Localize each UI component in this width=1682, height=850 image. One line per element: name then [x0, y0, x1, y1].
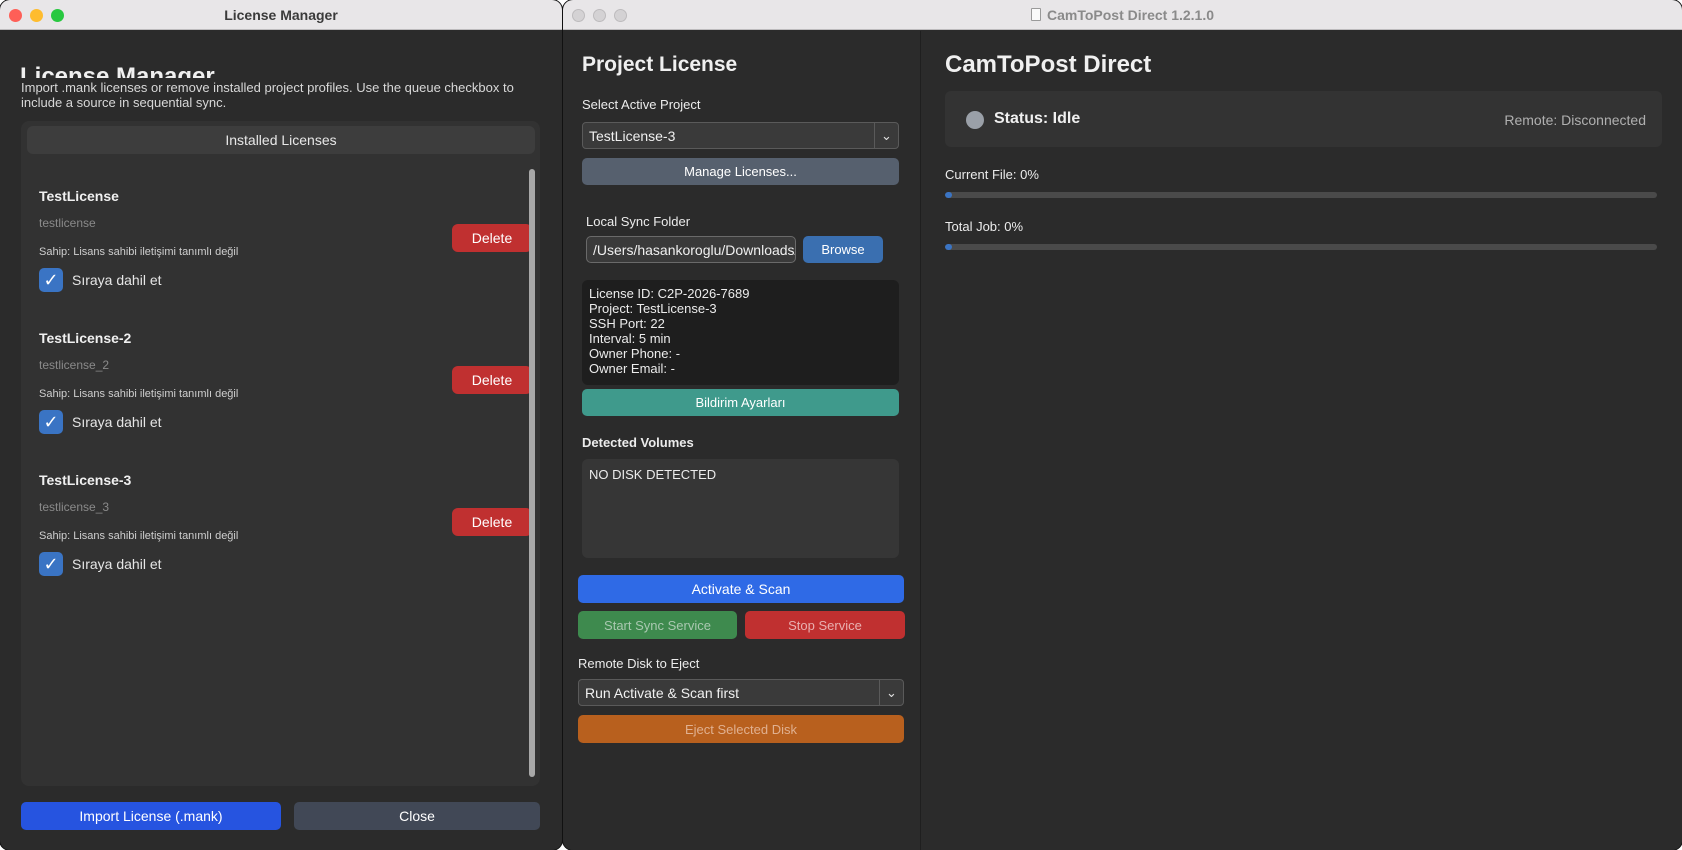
remote-status: Remote: Disconnected [1504, 112, 1646, 128]
app-heading: CamToPost Direct [945, 51, 1152, 78]
window-controls [572, 9, 627, 22]
eject-disk-select[interactable]: Run Activate & Scan first ⌄ [578, 679, 904, 706]
checkmark-icon[interactable]: ✓ [39, 410, 63, 434]
close-window-icon[interactable] [9, 9, 22, 22]
total-job-progress [945, 244, 1657, 250]
project-panel: Project License Select Active Project Te… [563, 31, 921, 850]
owner-phone-text: Owner Phone: - [589, 346, 681, 361]
notification-settings-button[interactable]: Bildirim Ayarları [582, 389, 899, 416]
volumes-box: NO DISK DETECTED [582, 459, 899, 558]
license-list: TestLicense testlicense Sahip: Lisans sa… [21, 160, 532, 780]
checkmark-icon[interactable]: ✓ [39, 268, 63, 292]
project-heading: Project License [582, 53, 738, 76]
list-item: TestLicense-2 testlicense_2 Sahip: Lisan… [39, 330, 532, 460]
status-indicator-icon [966, 111, 984, 129]
license-manager-window: License Manager License Manager Import .… [0, 0, 562, 850]
window-title: CamToPost Direct 1.2.1.0 [1046, 6, 1215, 23]
license-key: testlicense_2 [39, 358, 110, 372]
status-panel: CamToPost Direct Status: Idle Remote: Di… [922, 31, 1682, 850]
license-key: testlicense [39, 216, 96, 230]
license-name: TestLicense [39, 188, 119, 204]
sync-folder-label: Local Sync Folder [586, 214, 691, 229]
license-key: testlicense_3 [39, 500, 110, 514]
total-job-label: Total Job: 0% [945, 219, 1024, 234]
page-title: License Manager [20, 63, 215, 78]
queue-checkbox[interactable]: ✓ Sıraya dahil et [39, 410, 162, 434]
interval-text: Interval: 5 min [589, 331, 671, 346]
current-file-progress-fill [945, 192, 952, 198]
volumes-value: NO DISK DETECTED [589, 467, 717, 482]
volumes-label: Detected Volumes [582, 435, 694, 450]
minimize-window-icon[interactable] [30, 9, 43, 22]
eject-select-value: Run Activate & Scan first [585, 684, 740, 701]
stop-service-button[interactable]: Stop Service [745, 611, 905, 639]
queue-label: Sıraya dahil et [72, 556, 162, 572]
main-titlebar: CamToPost Direct 1.2.1.0 [563, 0, 1682, 30]
window-controls [9, 9, 64, 22]
total-job-progress-fill [945, 244, 952, 250]
document-icon [1030, 8, 1041, 21]
start-sync-button[interactable]: Start Sync Service [578, 611, 737, 639]
license-info-box: License ID: C2P-2026-7689 Project: TestL… [582, 280, 899, 385]
window-title-group: CamToPost Direct 1.2.1.0 [1030, 6, 1215, 23]
license-owner: Sahip: Lisans sahibi iletişimi tanımlı d… [39, 246, 239, 258]
status-text: Status: Idle [994, 110, 1081, 127]
list-item: TestLicense-3 testlicense_3 Sahip: Lisan… [39, 472, 532, 602]
license-name: TestLicense-2 [39, 330, 132, 346]
list-item: TestLicense testlicense Sahip: Lisans sa… [39, 188, 532, 318]
queue-label: Sıraya dahil et [72, 272, 162, 288]
current-file-label: Current File: 0% [945, 167, 1039, 182]
current-file-progress [945, 192, 1657, 198]
project-select[interactable]: TestLicense-3 ⌄ [582, 122, 899, 149]
main-window: CamToPost Direct 1.2.1.0 Project License… [563, 0, 1682, 850]
close-window-icon[interactable] [572, 9, 585, 22]
scrollbar[interactable] [529, 169, 535, 777]
delete-button[interactable]: Delete [452, 508, 532, 536]
tab-installed-licenses[interactable]: Installed Licenses [27, 126, 535, 154]
window-title: License Manager [224, 6, 338, 23]
owner-email-text: Owner Email: - [589, 361, 675, 376]
import-license-button[interactable]: Import License (.mank) [21, 802, 281, 830]
manage-licenses-button[interactable]: Manage Licenses... [582, 158, 899, 185]
project-select-value: TestLicense-3 [589, 127, 676, 144]
ssh-port-text: SSH Port: 22 [589, 316, 665, 331]
delete-button[interactable]: Delete [452, 224, 532, 252]
eject-disk-button[interactable]: Eject Selected Disk [578, 715, 904, 743]
chevron-down-icon[interactable]: ⌄ [879, 680, 903, 705]
queue-checkbox[interactable]: ✓ Sıraya dahil et [39, 552, 162, 576]
status-card: Status: Idle Remote: Disconnected [945, 91, 1662, 147]
eject-label: Remote Disk to Eject [578, 656, 700, 671]
license-owner: Sahip: Lisans sahibi iletişimi tanımlı d… [39, 388, 239, 400]
zoom-window-icon[interactable] [51, 9, 64, 22]
license-owner: Sahip: Lisans sahibi iletişimi tanımlı d… [39, 530, 239, 542]
description-text: Import .mank licenses or remove installe… [21, 80, 514, 110]
close-button[interactable]: Close [294, 802, 540, 830]
license-manager-titlebar: License Manager [0, 0, 562, 30]
delete-button[interactable]: Delete [452, 366, 532, 394]
zoom-window-icon[interactable] [614, 9, 627, 22]
checkmark-icon[interactable]: ✓ [39, 552, 63, 576]
activate-scan-button[interactable]: Activate & Scan [578, 575, 904, 603]
select-project-label: Select Active Project [582, 97, 701, 112]
sync-folder-input[interactable]: /Users/hasankoroglu/Downloads/CamToPost [586, 236, 796, 263]
chevron-down-icon[interactable]: ⌄ [874, 123, 898, 148]
license-name: TestLicense-3 [39, 472, 132, 488]
license-id-text: License ID: C2P-2026-7689 [589, 286, 750, 301]
queue-label: Sıraya dahil et [72, 414, 162, 430]
minimize-window-icon[interactable] [593, 9, 606, 22]
project-text: Project: TestLicense-3 [589, 301, 717, 316]
queue-checkbox[interactable]: ✓ Sıraya dahil et [39, 268, 162, 292]
browse-button[interactable]: Browse [803, 236, 883, 263]
